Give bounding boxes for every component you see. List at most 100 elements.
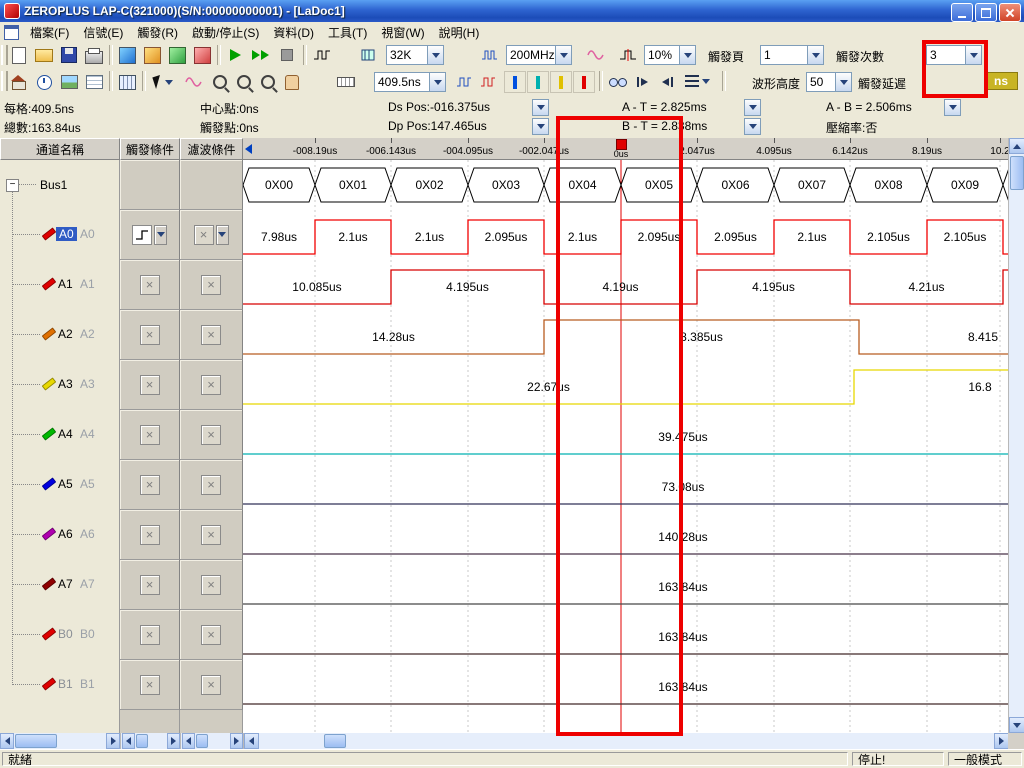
sampling-depth-select[interactable]: 32K (386, 45, 444, 65)
vertical-scrollbar[interactable] (1008, 138, 1024, 733)
a-b-dropdown-button[interactable] (944, 99, 961, 116)
filter-condition-cell-bus[interactable] (180, 160, 243, 210)
channel-name-A4[interactable]: A4 (58, 427, 73, 441)
export-text-button[interactable] (115, 43, 139, 67)
tree-collapse-button[interactable]: − (6, 179, 19, 192)
trigger-condition-cell-A7[interactable]: × (120, 560, 180, 610)
channel-row-B0[interactable]: B0B0 (0, 610, 120, 660)
dropdown-arrow-icon[interactable] (429, 73, 445, 91)
channel-name-A7[interactable]: A7 (58, 577, 73, 591)
channel-name-A3[interactable]: A3 (58, 377, 73, 391)
channel-row-A4[interactable]: A4A4 (0, 410, 120, 460)
dont-care-icon[interactable]: × (140, 325, 160, 345)
scroll-thumb[interactable] (15, 734, 57, 748)
bus-setup-button[interactable] (680, 70, 714, 92)
bar-t-button[interactable] (550, 71, 572, 93)
waveform-scrollbar[interactable] (243, 733, 1009, 749)
dont-care-icon[interactable]: × (140, 425, 160, 445)
channel-row-A3[interactable]: A3A3 (0, 360, 120, 410)
trigger-condition-cell-A3[interactable]: × (120, 360, 180, 410)
dont-care-icon[interactable]: × (140, 575, 160, 595)
menu-item-1[interactable]: 檔案(F) (23, 22, 76, 43)
pan-button[interactable] (280, 70, 304, 94)
dont-care-icon[interactable]: × (201, 325, 221, 345)
trigger-condition-cell-A2[interactable]: × (120, 310, 180, 360)
print-button[interactable] (82, 43, 106, 67)
menu-item-2[interactable]: 信號(E) (76, 22, 130, 43)
trigger-page-select[interactable]: 1 (760, 45, 824, 65)
filter-condition-cell-A0[interactable]: × (180, 210, 243, 260)
bar-a-button[interactable] (504, 71, 526, 93)
b-t-dropdown-button[interactable] (744, 118, 761, 135)
close-button[interactable] (999, 3, 1021, 22)
channel-name-A2[interactable]: A2 (58, 327, 73, 341)
filter-condition-cell-A7[interactable]: × (180, 560, 243, 610)
dont-care-icon[interactable]: × (201, 275, 221, 295)
bar-b-button[interactable] (527, 71, 549, 93)
channel-name-A1[interactable]: A1 (58, 277, 73, 291)
trigger-condition-cell-A5[interactable]: × (120, 460, 180, 510)
dropdown-arrow-icon[interactable] (427, 46, 443, 64)
filter-condition-cell-B1[interactable]: × (180, 660, 243, 710)
restore-button[interactable] (975, 3, 997, 22)
scroll-thumb[interactable] (196, 734, 208, 748)
goto-trigger-button[interactable] (631, 70, 655, 94)
dropdown-arrow-icon[interactable] (807, 46, 823, 64)
menu-item-3[interactable]: 觸發(R) (130, 22, 185, 43)
pulse-search-next-button[interactable] (476, 70, 500, 94)
dropdown-arrow-icon[interactable] (965, 46, 981, 64)
scroll-left-button[interactable] (0, 733, 14, 749)
filter-condition-cell-A1[interactable]: × (180, 260, 243, 310)
save-button[interactable] (57, 43, 81, 67)
title-bar[interactable]: ZEROPLUS LAP-C(321000)(S/N:00000000001) … (0, 0, 1024, 22)
scroll-right-button[interactable] (994, 733, 1009, 749)
trigger-condition-cell-bus[interactable] (120, 160, 180, 210)
clock-settings-button[interactable] (32, 70, 56, 94)
zoom-in-button[interactable] (208, 70, 232, 94)
trigger-position-select[interactable]: 10% (644, 45, 696, 65)
channel-name-A6[interactable]: A6 (58, 527, 73, 541)
single-acquisition-button[interactable] (223, 43, 247, 67)
edge-trigger-icon[interactable] (132, 225, 152, 245)
filter-condition-cell-A3[interactable]: × (180, 360, 243, 410)
dropdown-arrow-icon[interactable] (835, 73, 851, 91)
filter-condition-cell-A2[interactable]: × (180, 310, 243, 360)
pulse-search-prev-button[interactable] (452, 70, 476, 94)
trigger-condition-cell-B0[interactable]: × (120, 610, 180, 660)
channel-panel-scrollbar[interactable] (0, 733, 120, 749)
dropdown-arrow-icon[interactable] (555, 46, 571, 64)
dont-care-icon[interactable]: × (140, 475, 160, 495)
trigger-condition-cell-A1[interactable]: × (120, 260, 180, 310)
menu-item-6[interactable]: 工具(T) (321, 22, 374, 43)
export-image-button[interactable] (140, 43, 164, 67)
new-file-button[interactable] (7, 43, 31, 67)
dp-pos-dropdown-button[interactable] (532, 118, 549, 135)
menu-item-8[interactable]: 說明(H) (432, 22, 487, 43)
grid-toggle-button[interactable] (115, 70, 139, 94)
image-view-button[interactable] (57, 70, 81, 94)
minimize-button[interactable] (951, 3, 973, 22)
scroll-down-button[interactable] (1009, 717, 1024, 733)
scroll-thumb[interactable] (136, 734, 148, 748)
find-button[interactable] (605, 70, 629, 94)
zoom-fit-button[interactable] (256, 70, 280, 94)
condition-dropdown-button[interactable] (216, 225, 229, 245)
bus-row[interactable]: −Bus1 (0, 160, 120, 210)
channel-name-B1[interactable]: B1 (58, 677, 73, 691)
menu-item-5[interactable]: 資料(D) (266, 22, 321, 43)
dont-care-icon[interactable]: × (140, 275, 160, 295)
dont-care-icon[interactable]: × (201, 375, 221, 395)
channel-row-A6[interactable]: A6A6 (0, 510, 120, 560)
dont-care-icon[interactable]: × (201, 625, 221, 645)
bar-add-button[interactable] (573, 71, 595, 93)
dont-care-icon[interactable]: × (140, 625, 160, 645)
select-cursor-button[interactable] (148, 70, 178, 94)
settings-button[interactable] (190, 43, 214, 67)
waveform-mode-button[interactable] (182, 70, 206, 94)
document-icon[interactable] (4, 25, 19, 40)
capture-button[interactable] (165, 43, 189, 67)
repeat-acquisition-button[interactable] (249, 43, 273, 67)
list-view-button[interactable] (82, 70, 106, 94)
channel-row-A5[interactable]: A5A5 (0, 460, 120, 510)
wave-height-select[interactable]: 50 (806, 72, 852, 92)
